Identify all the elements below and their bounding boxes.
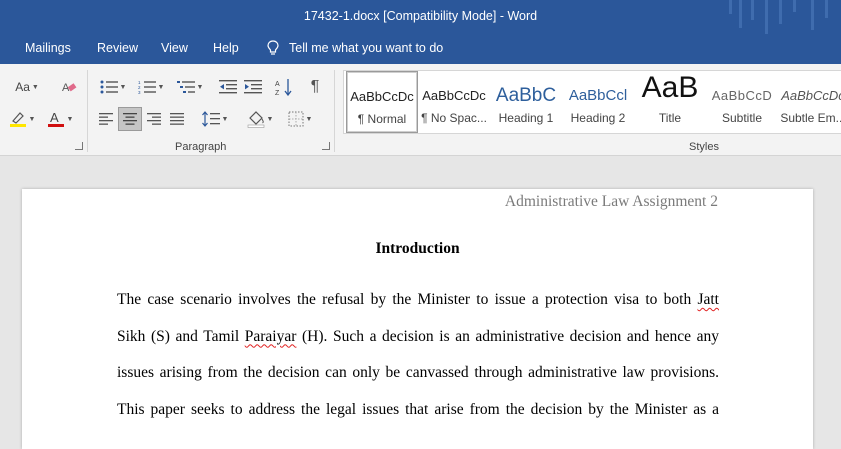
borders-icon <box>288 111 304 127</box>
style-sample: AaBbCcDc <box>350 89 414 104</box>
style-name: Subtle Em... <box>780 111 841 125</box>
title-bar-pattern <box>721 0 841 34</box>
style-name: Subtitle <box>721 111 763 125</box>
chevron-down-icon: ▼ <box>157 83 165 91</box>
eraser-icon: A <box>62 82 77 94</box>
pilcrow-icon[interactable]: ¶ <box>304 76 326 98</box>
paragraph-line: The case scenario involves the refusal b… <box>117 291 719 308</box>
font-dialog-launcher-icon[interactable] <box>75 142 83 150</box>
style-heading-2[interactable]: AaBbCcl Heading 2 <box>562 71 634 133</box>
style-name: Heading 2 <box>570 111 626 125</box>
increase-indent-icon <box>244 80 262 94</box>
misspelled-word[interactable]: Jatt <box>697 291 719 308</box>
paragraph-dialog-launcher-icon[interactable] <box>322 142 330 150</box>
align-right-button[interactable] <box>144 108 164 130</box>
style-subtitle[interactable]: AaBbCcD Subtitle <box>706 71 778 133</box>
style-name: ¶ Normal <box>357 112 407 126</box>
highlight-color-button[interactable]: ▼ <box>4 108 40 130</box>
document-page[interactable]: Administrative Law Assignment 2 Introduc… <box>22 189 813 449</box>
lightbulb-icon <box>267 40 279 55</box>
style-name: Title <box>658 111 682 125</box>
styles-group-label: Styles <box>689 141 719 153</box>
font-color-icon: A <box>47 110 64 127</box>
bullets-button[interactable]: ▼ <box>96 77 130 97</box>
tab-help[interactable]: Help <box>213 41 239 55</box>
group-divider <box>87 70 88 152</box>
align-left-icon <box>99 113 113 125</box>
styles-gallery: AaBbCcDc ¶ Normal AaBbCcDc ¶ No Spac... … <box>343 70 841 134</box>
numbered-list-icon: 1 2 3 <box>138 80 156 94</box>
numbering-button[interactable]: 1 2 3 ▼ <box>134 77 168 97</box>
sort-button[interactable]: A Z <box>273 76 295 98</box>
font-color-button[interactable]: A ▼ <box>42 108 78 130</box>
decrease-indent-icon <box>219 80 237 94</box>
chevron-down-icon: ▼ <box>31 83 39 91</box>
highlighter-icon <box>9 112 26 127</box>
page-header: Administrative Law Assignment 2 <box>504 193 718 210</box>
bullet-list-icon <box>100 80 118 94</box>
style-sample: AaBbCcDc <box>422 88 486 103</box>
chevron-down-icon: ▼ <box>66 115 74 123</box>
change-case-label: Aa <box>15 80 30 94</box>
align-center-button[interactable] <box>118 107 142 131</box>
clear-formatting-button[interactable]: A <box>58 77 80 97</box>
justify-button[interactable] <box>167 108 187 130</box>
multilevel-list-button[interactable]: ▼ <box>173 77 207 97</box>
chevron-down-icon: ▼ <box>28 115 36 123</box>
chevron-down-icon: ▼ <box>119 83 127 91</box>
align-left-button[interactable] <box>96 108 116 130</box>
title-bar: 17432-1.docx [Compatibility Mode] - Word <box>0 0 841 34</box>
decrease-indent-button[interactable] <box>217 77 239 97</box>
tell-me-label: Tell me what you want to do <box>289 41 444 55</box>
body-paragraph[interactable]: The case scenario involves the refusal b… <box>117 282 719 428</box>
style-sample: AaBbCcl <box>568 87 628 104</box>
tell-me-box[interactable]: Tell me what you want to do <box>267 40 443 56</box>
paragraph-line: This paper seeks to address the legal is… <box>117 400 719 418</box>
change-case-button[interactable]: Aa ▼ <box>10 77 44 97</box>
chevron-down-icon: ▼ <box>221 115 229 123</box>
style-sample: AaB <box>641 75 699 104</box>
chevron-down-icon: ▼ <box>305 115 313 123</box>
ribbon: Aa ▼ A ▼ A ▼ ▼ 1 2 3 ▼ ▼ A Z ¶ ▼ ▼ ▼ Par… <box>0 64 841 156</box>
paragraph-line: issues arising from the decision can onl… <box>117 364 719 381</box>
chevron-down-icon: ▼ <box>266 115 274 123</box>
tab-view[interactable]: View <box>161 41 188 55</box>
align-center-icon <box>123 113 137 125</box>
sort-az-icon: A Z <box>275 79 292 96</box>
style-name: Heading 1 <box>498 111 554 125</box>
group-divider <box>334 70 335 152</box>
style-normal[interactable]: AaBbCcDc ¶ Normal <box>346 71 418 133</box>
shading-button[interactable]: ▼ <box>243 108 277 130</box>
style-subtle-emphasis[interactable]: AaBbCcDc Subtle Em... <box>778 71 841 133</box>
style-heading-1[interactable]: AaBbC Heading 1 <box>490 71 562 133</box>
increase-indent-button[interactable] <box>242 77 264 97</box>
document-heading: Introduction <box>375 240 460 257</box>
multilevel-list-icon <box>176 81 195 93</box>
svg-text:3: 3 <box>138 90 141 94</box>
line-spacing-button[interactable]: ▼ <box>198 108 232 130</box>
misspelled-word[interactable]: Paraiyar <box>245 328 297 345</box>
tab-review[interactable]: Review <box>97 41 138 55</box>
justify-icon <box>170 113 184 125</box>
chevron-down-icon: ▼ <box>196 83 204 91</box>
line-spacing-icon <box>201 111 220 127</box>
ribbon-tabs: Mailings Review View Help Tell me what y… <box>0 34 841 64</box>
borders-button[interactable]: ▼ <box>283 108 317 130</box>
svg-text:A: A <box>275 81 280 88</box>
align-right-icon <box>147 113 161 125</box>
window-title: 17432-1.docx [Compatibility Mode] - Word <box>303 9 538 23</box>
style-sample: AaBbCcDc <box>781 88 841 103</box>
paragraph-group-label: Paragraph <box>175 141 227 153</box>
style-sample: AaBbCcD <box>711 88 773 103</box>
svg-text:Z: Z <box>275 90 280 96</box>
paint-bucket-icon <box>247 111 264 128</box>
style-title[interactable]: AaB Title <box>634 71 706 133</box>
style-name: ¶ No Spac... <box>421 111 487 125</box>
paragraph-line: Sikh (S) and Tamil Paraiyar (H). Such a … <box>117 327 719 345</box>
tab-mailings[interactable]: Mailings <box>25 41 71 55</box>
style-no-spacing[interactable]: AaBbCcDc ¶ No Spac... <box>418 71 490 133</box>
svg-text:A: A <box>50 110 59 125</box>
style-sample: AaBbC <box>495 85 557 106</box>
document-canvas: Administrative Law Assignment 2 Introduc… <box>0 156 841 449</box>
